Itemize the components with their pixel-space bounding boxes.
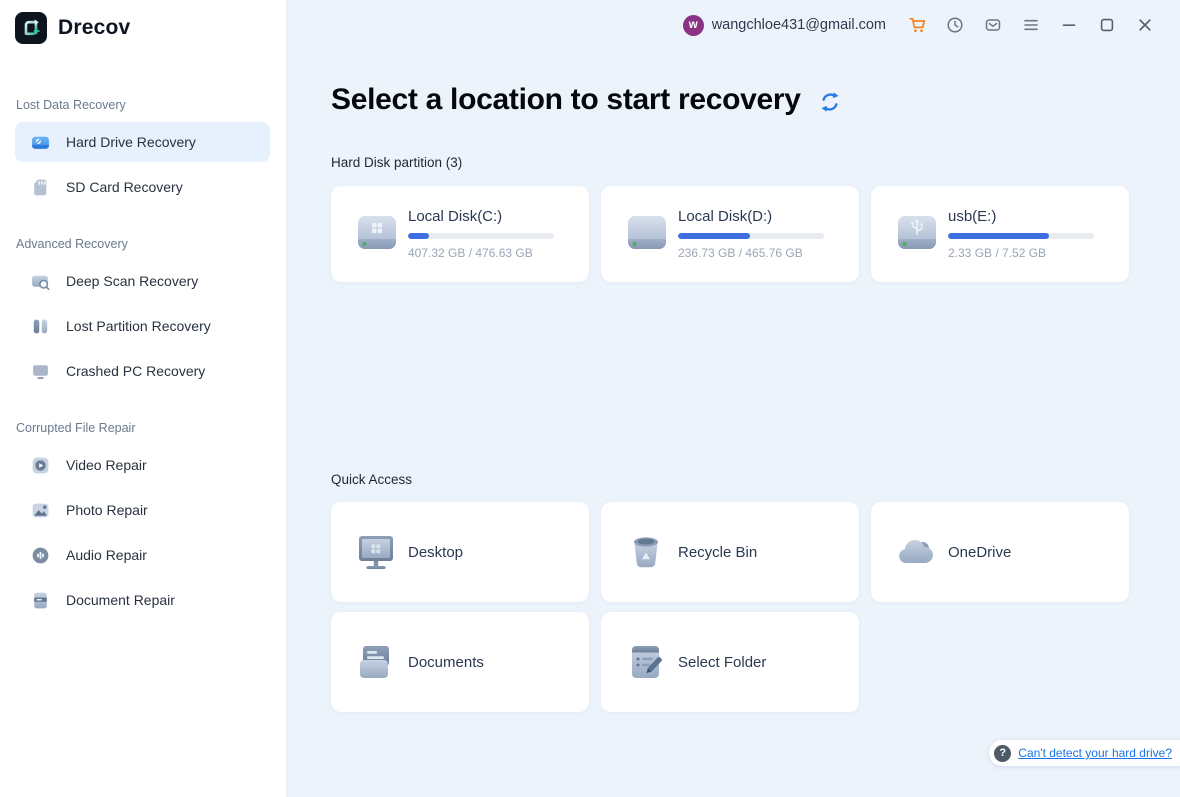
maximize-button[interactable] (1088, 9, 1126, 41)
document-icon (30, 590, 51, 611)
maximize-icon (1098, 16, 1116, 34)
drive-name: Local Disk(D:) (678, 208, 828, 225)
quick-card-onedrive[interactable]: OneDrive (871, 502, 1129, 602)
sidebar-section-corrupted-file-repair: Corrupted File Repair Video Repair (15, 421, 270, 620)
select-folder-icon (622, 638, 670, 686)
brand: Drecov (15, 8, 270, 48)
page-title: Select a location to start recovery (331, 83, 801, 117)
mail-button[interactable] (974, 9, 1012, 41)
sidebar-item-label: Deep Scan Recovery (66, 273, 198, 289)
hard-disk-icon (353, 210, 401, 258)
onedrive-cloud-icon (892, 528, 940, 576)
quick-card-select-folder[interactable]: Select Folder (601, 612, 859, 712)
sidebar-item-sd-card-recovery[interactable]: SD Card Recovery (15, 167, 270, 207)
sidebar-item-document-repair[interactable]: Document Repair (15, 580, 270, 620)
drive-usage-bar (948, 233, 1094, 239)
drive-name: usb(E:) (948, 208, 1098, 225)
partition-icon (30, 316, 51, 337)
sidebar-item-photo-repair[interactable]: Photo Repair (15, 490, 270, 530)
quick-card-documents[interactable]: Documents (331, 612, 589, 712)
section-label: Advanced Recovery (15, 237, 270, 251)
drive-name: Local Disk(C:) (408, 208, 558, 225)
close-icon (1136, 16, 1154, 34)
menu-button[interactable] (1012, 9, 1050, 41)
refresh-icon[interactable] (818, 90, 842, 114)
drive-card-c[interactable]: Local Disk(C:) 407.32 GB / 476.63 GB (331, 186, 589, 282)
sidebar-item-label: Photo Repair (66, 502, 148, 518)
hard-disk-section-heading: Hard Disk partition (3) (331, 155, 1129, 170)
minimize-button[interactable] (1050, 9, 1088, 41)
topbar: w wangchloe431@gmail.com (287, 0, 1180, 50)
mail-icon (984, 16, 1002, 34)
quick-access-heading: Quick Access (331, 472, 1129, 487)
drive-card-e[interactable]: usb(E:) 2.33 GB / 7.52 GB (871, 186, 1129, 282)
hard-disk-icon (623, 210, 671, 258)
usb-drive-icon (893, 210, 941, 258)
sidebar-item-audio-repair[interactable]: Audio Repair (15, 535, 270, 575)
sidebar-item-label: Hard Drive Recovery (66, 134, 196, 150)
video-icon (30, 455, 51, 476)
sidebar-item-label: Lost Partition Recovery (66, 318, 211, 334)
close-button[interactable] (1126, 9, 1164, 41)
drive-size: 236.73 GB / 465.76 GB (678, 246, 828, 260)
main-panel: w wangchloe431@gmail.com (287, 0, 1180, 797)
account-email: wangchloe431@gmail.com (712, 17, 886, 33)
quick-label: OneDrive (948, 544, 1011, 561)
sidebar-item-hard-drive-recovery[interactable]: Hard Drive Recovery (15, 122, 270, 162)
sidebar-item-label: Crashed PC Recovery (66, 363, 205, 379)
documents-icon (352, 638, 400, 686)
sidebar-item-video-repair[interactable]: Video Repair (15, 445, 270, 485)
section-label: Lost Data Recovery (15, 98, 270, 112)
crashed-pc-icon (30, 361, 51, 382)
drive-grid: Local Disk(C:) 407.32 GB / 476.63 GB Loc… (331, 186, 1129, 282)
drive-usage-bar (408, 233, 554, 239)
quick-card-recycle-bin[interactable]: Recycle Bin (601, 502, 859, 602)
sidebar-item-label: Video Repair (66, 457, 147, 473)
app-name: Drecov (58, 16, 130, 40)
sidebar-item-crashed-pc-recovery[interactable]: Crashed PC Recovery (15, 351, 270, 391)
app-window: Drecov Lost Data Recovery Hard Drive Rec… (0, 0, 1180, 797)
drive-card-d[interactable]: Local Disk(D:) 236.73 GB / 465.76 GB (601, 186, 859, 282)
audio-icon (30, 545, 51, 566)
desktop-icon (352, 528, 400, 576)
quick-label: Recycle Bin (678, 544, 757, 561)
help-pill[interactable]: ? Can't detect your hard drive? (989, 740, 1180, 766)
sidebar-section-advanced-recovery: Advanced Recovery Deep Scan Recovery (15, 237, 270, 391)
menu-icon (1022, 16, 1040, 34)
minimize-icon (1060, 16, 1078, 34)
help-icon: ? (994, 745, 1011, 762)
cart-icon (908, 16, 927, 34)
photo-icon (30, 500, 51, 521)
drive-size: 2.33 GB / 7.52 GB (948, 246, 1098, 260)
sidebar-item-deep-scan-recovery[interactable]: Deep Scan Recovery (15, 261, 270, 301)
quick-label: Select Folder (678, 654, 766, 671)
account[interactable]: w wangchloe431@gmail.com (683, 15, 886, 36)
drive-usage-bar (678, 233, 824, 239)
deep-scan-icon (30, 271, 51, 292)
quick-access-grid: Desktop Recycle Bin (331, 502, 1141, 712)
help-link[interactable]: Can't detect your hard drive? (1018, 746, 1172, 760)
section-label: Corrupted File Repair (15, 421, 270, 435)
sidebar-section-lost-data-recovery: Lost Data Recovery Hard Drive Recovery (15, 98, 270, 207)
cart-button[interactable] (898, 9, 936, 41)
page-title-row: Select a location to start recovery (331, 83, 1129, 117)
content: Select a location to start recovery Hard… (287, 83, 1180, 712)
sidebar: Drecov Lost Data Recovery Hard Drive Rec… (0, 0, 287, 797)
sidebar-item-lost-partition-recovery[interactable]: Lost Partition Recovery (15, 306, 270, 346)
hard-drive-icon (30, 132, 51, 153)
quick-card-desktop[interactable]: Desktop (331, 502, 589, 602)
app-logo-icon (15, 12, 47, 44)
sd-card-icon (30, 177, 51, 198)
history-button[interactable] (936, 9, 974, 41)
avatar: w (683, 15, 704, 36)
drive-size: 407.32 GB / 476.63 GB (408, 246, 558, 260)
recycle-bin-icon (622, 528, 670, 576)
sidebar-item-label: Document Repair (66, 592, 175, 608)
history-icon (946, 16, 964, 34)
sidebar-item-label: Audio Repair (66, 547, 147, 563)
sidebar-item-label: SD Card Recovery (66, 179, 183, 195)
quick-label: Desktop (408, 544, 463, 561)
quick-label: Documents (408, 654, 484, 671)
